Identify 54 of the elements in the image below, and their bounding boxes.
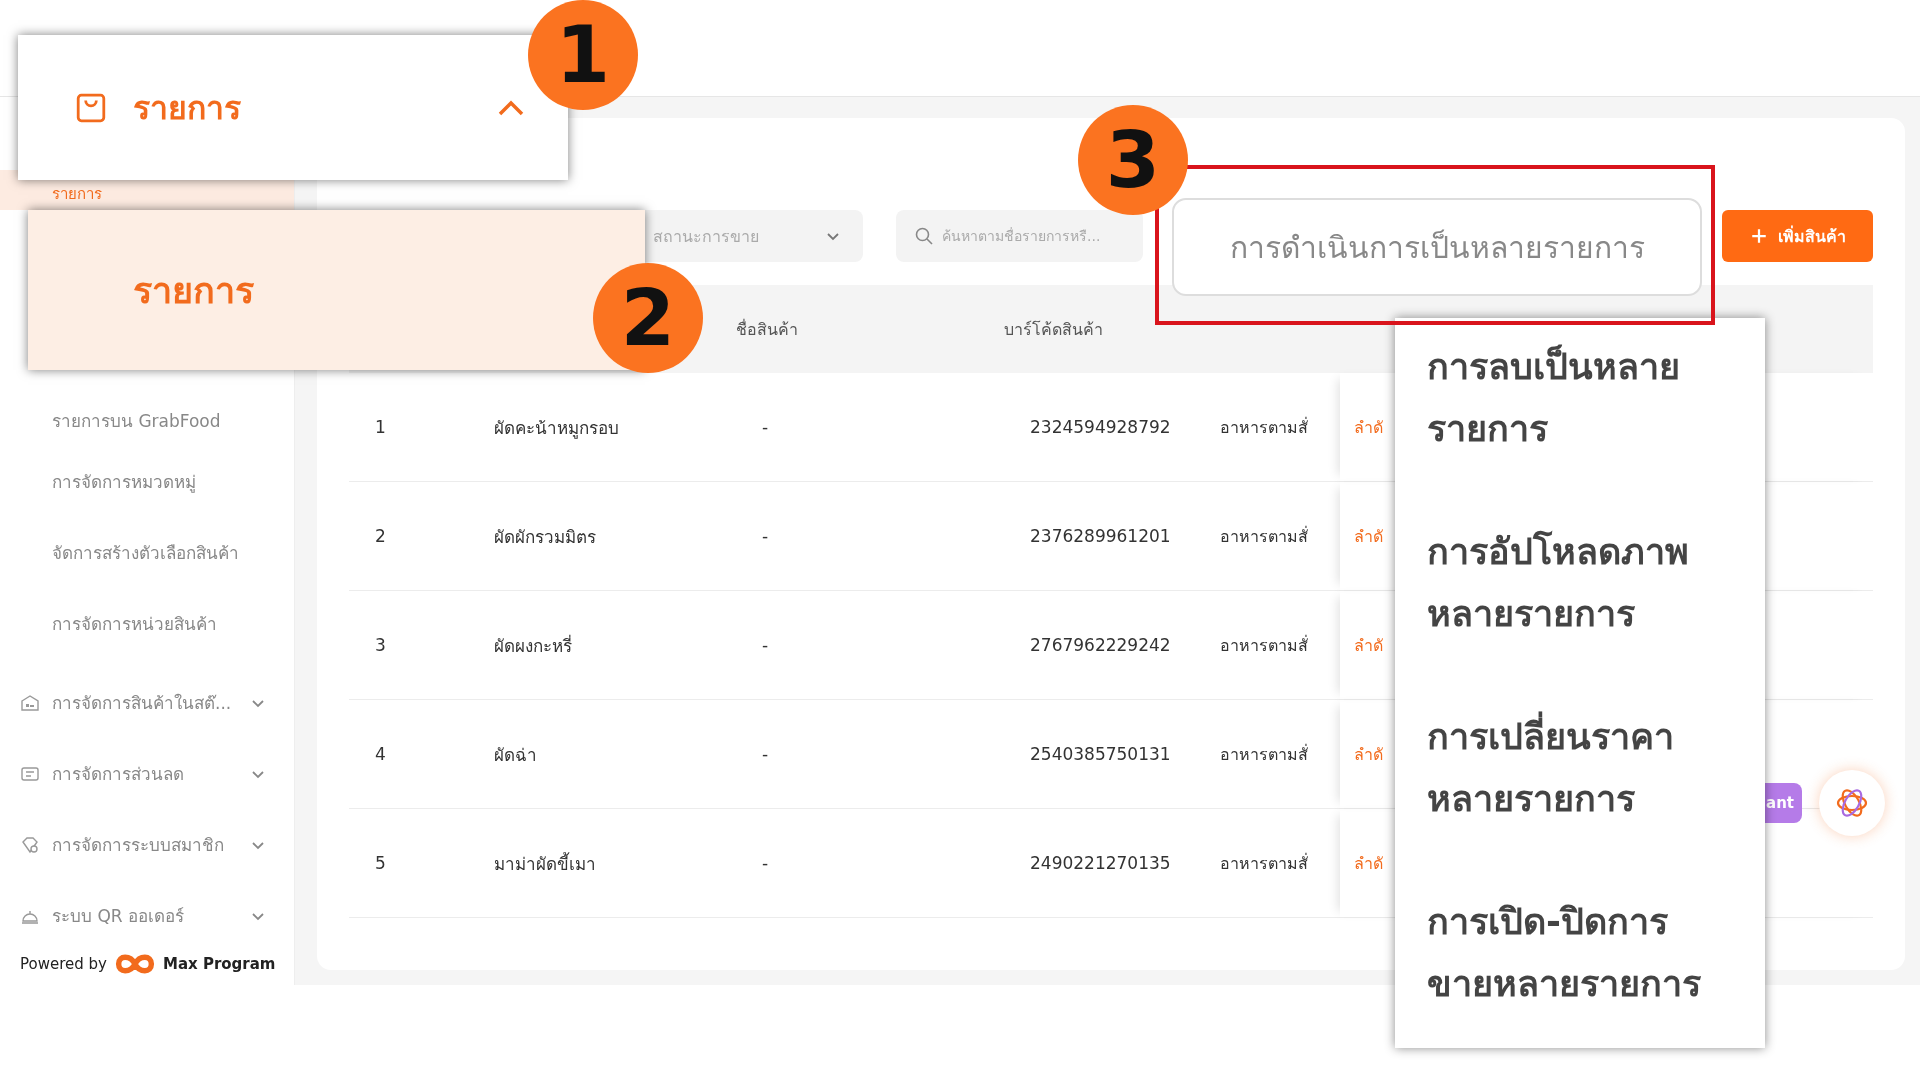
table-cell-text: อาหารตามสั่: [1220, 852, 1309, 875]
menu-header-label: รายการ: [133, 88, 242, 129]
sidebar-group-label[interactable]: การจัดการส่วนลด: [52, 760, 250, 787]
column-header: ชื่อสินค้า: [736, 318, 799, 341]
table-cell-text: 2767962229242: [1029, 635, 1172, 655]
table-link[interactable]: ลำดั: [1354, 414, 1383, 440]
table-cell-text: 2540385750131: [1029, 744, 1172, 764]
table-cell-text: ผัดคะน้าหมูกรอบ: [493, 416, 620, 441]
sidebar-item[interactable]: การจัดการหน่วยสินค้า: [0, 596, 294, 667]
table-cell-text: ผัดผงกะหรี่: [493, 633, 573, 658]
sidebar-group-label[interactable]: การจัดการสินค้าในสต๊...: [52, 689, 250, 716]
gem-icon: [20, 834, 40, 855]
menu-item[interactable]: การลบเป็นหลายรายการ: [1427, 336, 1727, 460]
table-cell-text: 2324594928792: [1029, 417, 1172, 437]
table-cell-text: ผัดฉ่า: [493, 743, 538, 767]
add-product-button[interactable]: เพิ่มสินค้า: [1722, 210, 1873, 262]
table-cell-text: อาหารตามสั่: [1220, 525, 1309, 548]
table-cell-text: 5: [374, 853, 387, 873]
table-cell-text: อาหารตามสั่: [1220, 416, 1309, 439]
sidebar-item[interactable]: จัดการสร้างตัวเลือกสินค้า: [0, 525, 294, 596]
table-cell-text: มาม่าผัดขี้เมา: [493, 851, 597, 876]
plus-icon: [1749, 227, 1768, 245]
table-link[interactable]: ลำดั: [1354, 523, 1383, 549]
table-cell-text: -: [761, 744, 770, 764]
powered-by-text: Powered by: [20, 955, 107, 973]
table-cell-text: -: [761, 417, 770, 437]
table-cell-text: -: [761, 635, 770, 655]
table-link[interactable]: ลำดั: [1354, 850, 1383, 876]
menu-item[interactable]: การเปิด-ปิดการขายหลายรายการ: [1427, 891, 1727, 1015]
sidebar-item[interactable]: รายการบน GrabFood: [0, 383, 294, 454]
table-cell-text: 1: [374, 417, 387, 437]
column-header: บาร์โค้ดสินค้า: [1004, 318, 1104, 341]
menu-item[interactable]: การเปลี่ยนราคาหลายรายการ: [1427, 706, 1727, 830]
brand-name: Max Program: [162, 955, 276, 973]
sidebar-group-label[interactable]: การจัดการระบบสมาชิก: [52, 831, 250, 858]
search-field[interactable]: ค้นหาตามชื่อรายการหรื...: [896, 210, 1143, 262]
table-cell-text: 4: [374, 744, 387, 764]
table-cell-text: อาหารตามสั่: [1220, 634, 1309, 657]
table-cell-text: -: [761, 853, 770, 873]
table-link[interactable]: ลำดั: [1354, 632, 1383, 658]
menu-item[interactable]: การอัปโหลดภาพหลายรายการ: [1427, 521, 1727, 645]
table-link[interactable]: ลำดั: [1354, 741, 1383, 767]
table-cell-text: 2490221270135: [1029, 853, 1172, 873]
table-cell-text: 2: [374, 526, 387, 546]
bulk-action-button[interactable]: การดำเนินการเป็นหลายรายการ: [1172, 198, 1702, 296]
table-cell-text: -: [761, 526, 770, 546]
table-cell-text: 3: [374, 635, 387, 655]
sidebar-item[interactable]: การจัดการหมวดหมู่: [0, 454, 294, 525]
table-cell-text: ผัดผักรวมมิตร: [493, 525, 597, 549]
shopping-bag-icon: [75, 91, 107, 124]
table-cell-text: 2376289961201: [1029, 526, 1172, 546]
sidebar-group-label[interactable]: ระบบ QR ออเดอร์: [52, 902, 250, 929]
table-cell-text: อาหารตามสั่: [1220, 743, 1309, 766]
warehouse-icon: [20, 692, 40, 713]
